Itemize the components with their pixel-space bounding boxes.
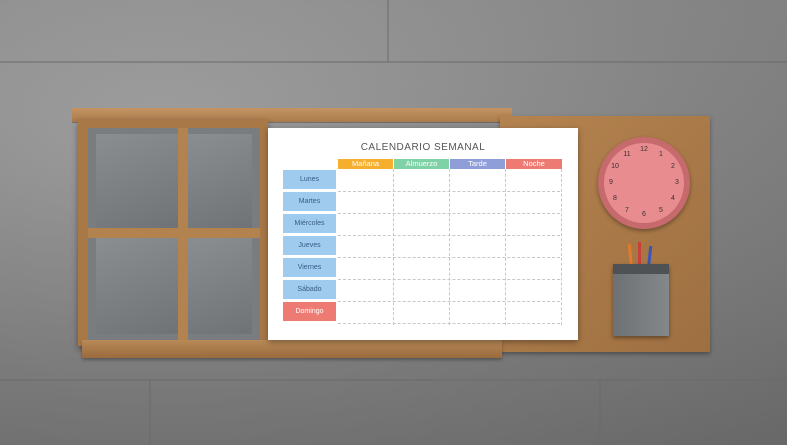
cubby [96,134,178,228]
clock-face: 12 1 2 3 4 5 6 7 8 9 10 11 [604,143,684,223]
grid-column-line [505,169,506,325]
weekly-calendar-sheet: CALENDARIO SEMANAL Mañana Almuerzo Tarde… [268,128,578,340]
clock-number: 6 [642,211,646,218]
wall-clock: 12 1 2 3 4 5 6 7 8 9 10 11 [598,137,690,229]
column-header-manana: Mañana [338,159,393,169]
clock-number: 2 [671,163,675,170]
clock-number: 3 [675,179,679,186]
day-label-viernes: Viernes [283,258,336,277]
pencil-cup [613,264,669,336]
cubby [188,134,252,228]
day-label-sabado: Sábado [283,280,336,299]
column-header-almuerzo: Almuerzo [394,159,449,169]
clock-number: 7 [625,207,629,214]
clock-number: 1 [659,151,663,158]
clock-number: 8 [613,195,617,202]
day-label-domingo: Domingo [283,302,336,321]
shelf-horizontal-divider [88,228,260,238]
cubby [96,238,178,334]
shelf-cubbies [88,128,260,340]
cubby [188,238,252,334]
clock-number: 10 [611,163,619,170]
calendar-title: CALENDARIO SEMANAL [360,142,486,153]
day-label-miercoles: Miércoles [283,214,336,233]
day-label-martes: Martes [283,192,336,211]
clock-number: 9 [609,179,613,186]
clock-number: 5 [659,207,663,214]
clock-number: 12 [640,146,648,153]
column-header-noche: Noche [506,159,562,169]
grid-column-line [393,169,394,325]
day-label-jueves: Jueves [283,236,336,255]
column-header-tarde: Tarde [450,159,505,169]
pencil-cup-rim [613,264,669,274]
grid-column-line [449,169,450,325]
clock-number: 11 [623,151,631,158]
grid-column-line [561,169,562,325]
day-label-lunes: Lunes [283,170,336,189]
clock-number: 4 [671,195,675,202]
wood-bottom-rail [82,340,502,358]
